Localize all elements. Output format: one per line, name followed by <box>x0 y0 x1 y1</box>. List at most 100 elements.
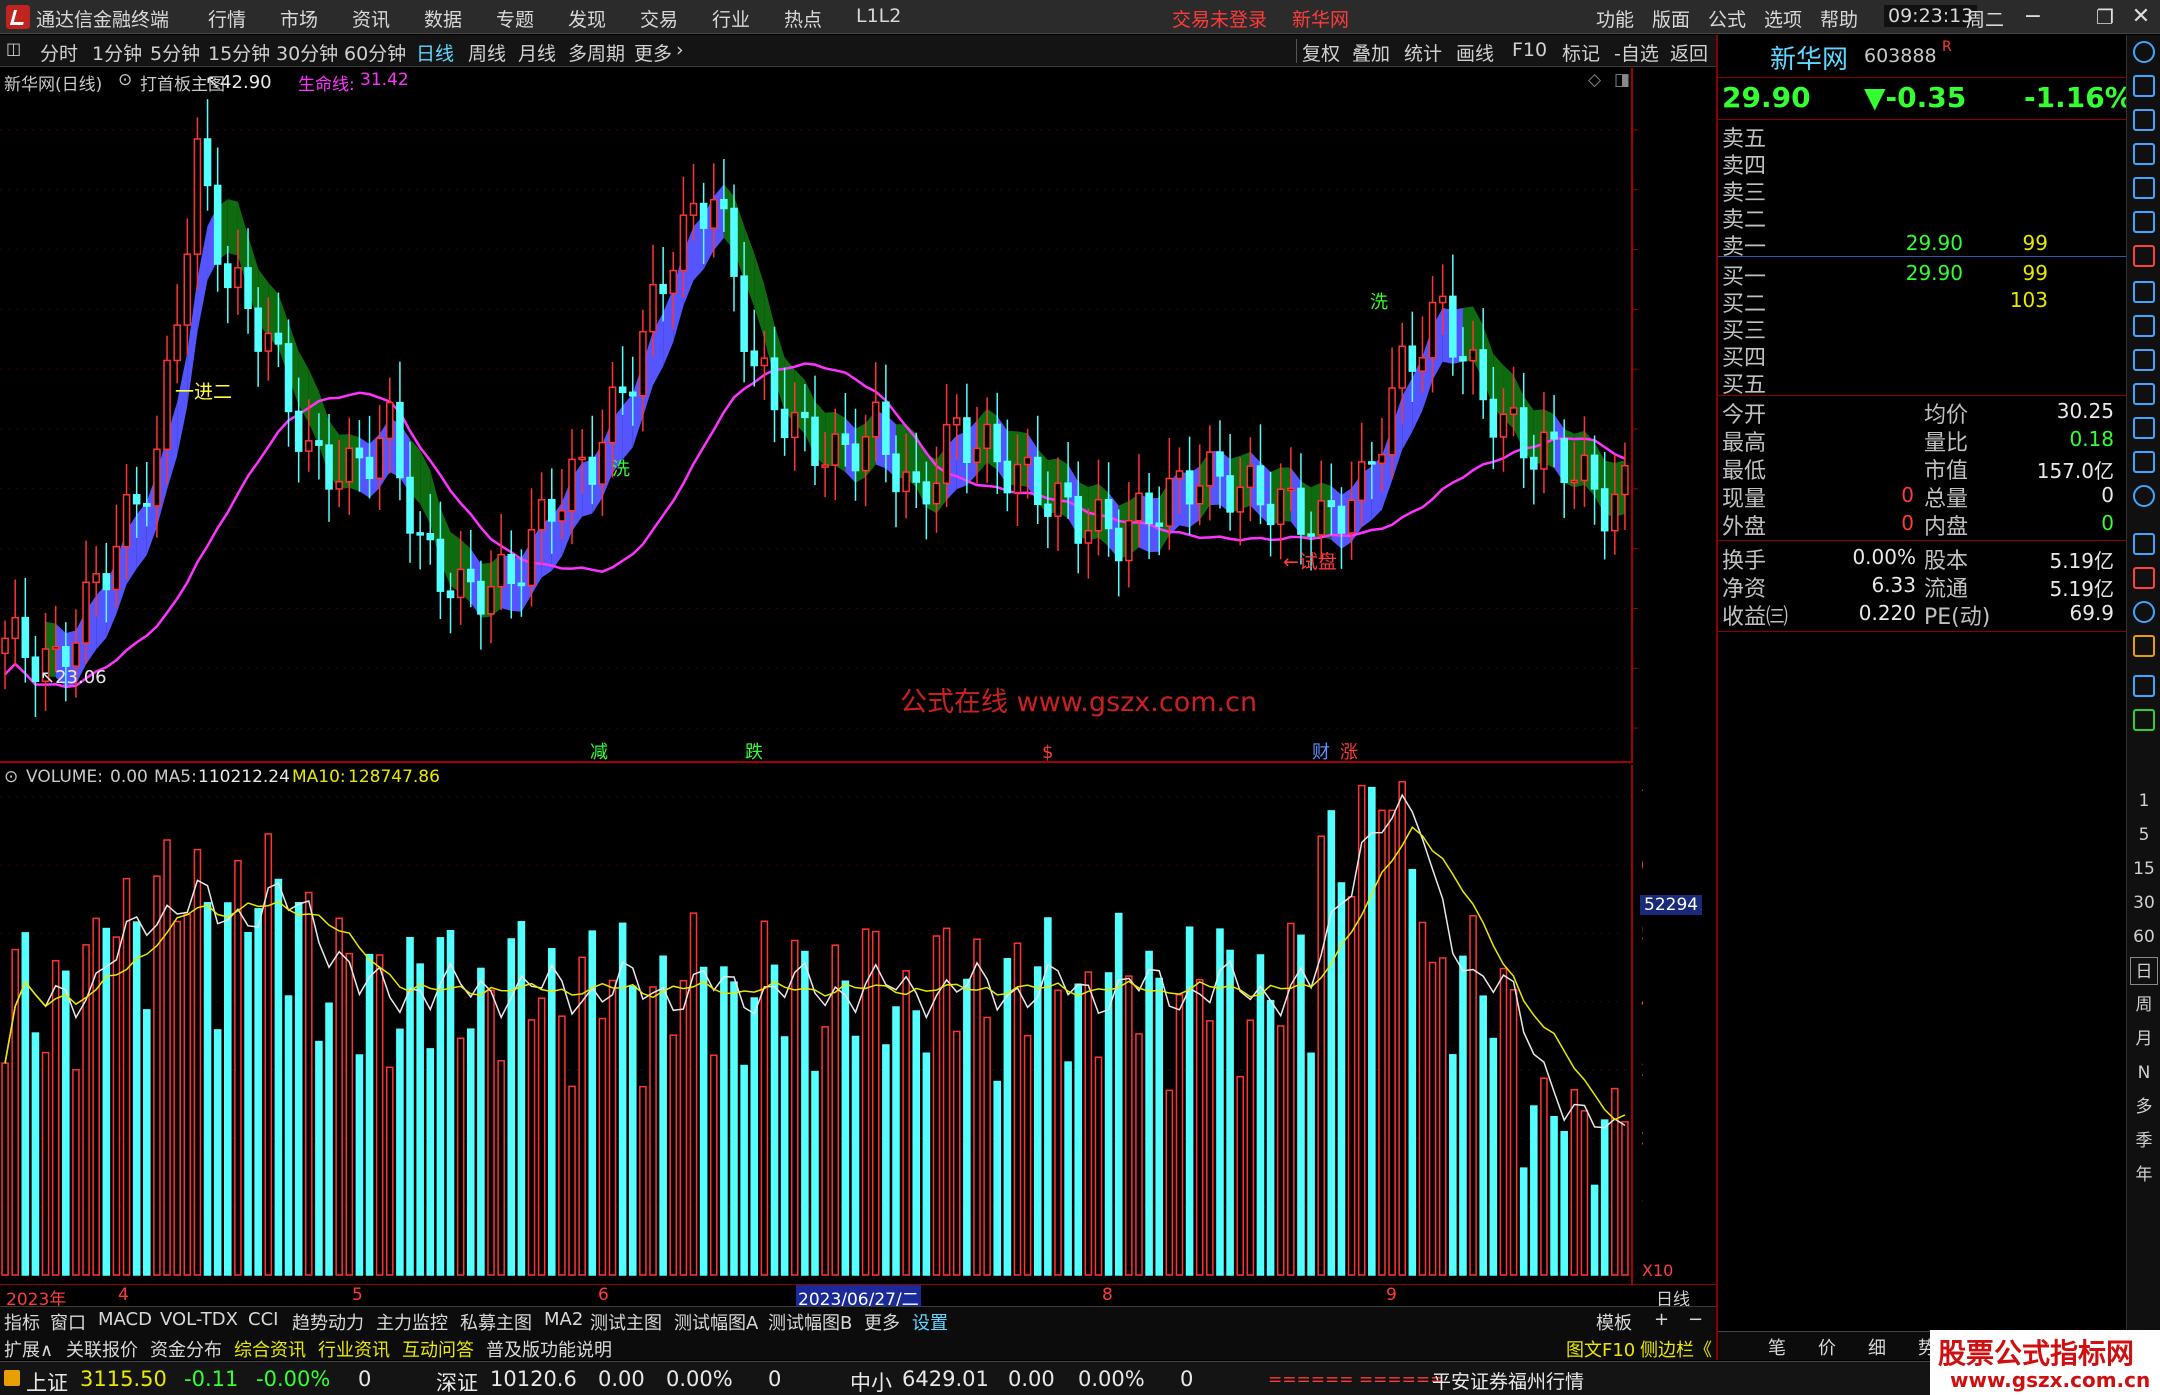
tab-ceshi-a[interactable]: 测试幅图A <box>674 1309 758 1335</box>
period-15min[interactable]: 15分钟 <box>208 39 270 66</box>
menu-shichang[interactable]: 市场 <box>280 5 318 32</box>
price-chart-svg[interactable]: 22.00 24.00 26.00 28.00 30.00 32.00 34.00 36.00… <box>0 68 1694 763</box>
btn-f10[interactable]: F10 <box>1512 39 1547 61</box>
template-button[interactable]: 模板 <box>1596 1309 1632 1335</box>
chevron-right-icon[interactable]: › <box>676 39 684 61</box>
fs-icon[interactable] <box>2133 675 2155 697</box>
line-chart-icon[interactable] <box>2133 211 2155 233</box>
menu-gongshi[interactable]: 公式 <box>1708 5 1746 32</box>
tab-zhuli[interactable]: 主力监控 <box>376 1309 448 1335</box>
index-zx-name[interactable]: 中小 <box>850 1367 892 1395</box>
menu-hangqing[interactable]: 行情 <box>208 5 246 32</box>
btn-huaxian[interactable]: 画线 <box>1456 39 1494 66</box>
sidebar-period-year[interactable]: 年 <box>2130 1161 2158 1189</box>
sidebar-period-n[interactable]: N <box>2130 1059 2158 1087</box>
page-icon[interactable] <box>2133 383 2155 405</box>
menu-xuanxiang[interactable]: 选项 <box>1764 5 1802 32</box>
up-icon[interactable] <box>2133 75 2155 97</box>
list-icon[interactable] <box>2133 281 2155 303</box>
index-sh-name[interactable]: 上证 <box>26 1367 68 1395</box>
sidebar-period-day[interactable]: 日 <box>2130 957 2158 985</box>
kline-icon[interactable] <box>2133 245 2155 267</box>
tab-zhibiao[interactable]: 指标 <box>4 1309 40 1335</box>
login-status[interactable]: 交易未登录 <box>1172 5 1267 32</box>
period-fenshi[interactable]: 分时 <box>40 39 78 66</box>
table-icon[interactable] <box>2133 177 2155 199</box>
sidebar-period-30[interactable]: 30 <box>2130 889 2158 917</box>
tab-chuangkou[interactable]: 窗口 <box>50 1309 86 1335</box>
sidebar-period-15[interactable]: 15 <box>2130 855 2158 883</box>
btn-fuquan[interactable]: 复权 <box>1302 39 1340 66</box>
tab-zijin[interactable]: 资金分布 <box>150 1336 222 1362</box>
tab-qushi[interactable]: 趋势动力 <box>292 1309 364 1335</box>
tab-ma2[interactable]: MA2 <box>544 1309 583 1330</box>
period-1min[interactable]: 1分钟 <box>92 39 142 66</box>
sidebar-toggle-button[interactable]: 侧边栏《 <box>1640 1336 1712 1362</box>
tab-settings[interactable]: 设置 <box>912 1309 948 1335</box>
tab-ceshi-b[interactable]: 测试幅图B <box>768 1309 852 1335</box>
sidebar-period-week[interactable]: 周 <box>2130 991 2158 1019</box>
volume-chart[interactable]: 10000 20000 30000 40000 50000 60000 70000 ⊙ VO… <box>0 765 1703 1285</box>
tab-jia[interactable]: 价 <box>1818 1334 1836 1360</box>
tab-more[interactable]: 更多 <box>864 1309 900 1335</box>
sidebar-period-5[interactable]: 5 <box>2130 821 2158 849</box>
menu-gongneng[interactable]: 功能 <box>1596 5 1634 32</box>
menu-bangzhu[interactable]: 帮助 <box>1820 5 1858 32</box>
tab-simu[interactable]: 私募主图 <box>460 1309 532 1335</box>
down-icon[interactable] <box>2133 109 2155 131</box>
minimize-icon[interactable]: − <box>2014 2 2052 32</box>
btn-tongji[interactable]: 统计 <box>1404 39 1442 66</box>
tab-puji[interactable]: 普及版功能说明 <box>486 1336 612 1362</box>
tab-zonghe[interactable]: 综合资讯 <box>234 1336 306 1362</box>
tab-vol-tdx[interactable]: VOL-TDX <box>160 1309 238 1330</box>
menu-hangye[interactable]: 行业 <box>712 5 750 32</box>
menu-shuju[interactable]: 数据 <box>424 5 462 32</box>
tab-ceshi-main[interactable]: 测试主图 <box>590 1309 662 1335</box>
btn-fanhui[interactable]: 返回 <box>1670 39 1708 66</box>
tab-kuozhan[interactable]: 扩展∧ <box>4 1336 53 1362</box>
period-daily[interactable]: 日线 <box>416 39 454 66</box>
btn-diejia[interactable]: 叠加 <box>1352 39 1390 66</box>
index-sz-name[interactable]: 深证 <box>436 1367 478 1395</box>
main-formula-name[interactable]: 打首板主图 <box>140 70 225 95</box>
f10-icon[interactable] <box>2133 315 2155 337</box>
price-chart[interactable]: 22.00 24.00 26.00 28.00 30.00 32.00 34.00 36.00… <box>0 68 1694 763</box>
remove-pane-button[interactable]: − <box>1688 1309 1703 1330</box>
stack-icon[interactable] <box>2133 451 2155 473</box>
menu-zhuanti[interactable]: 专题 <box>496 5 534 32</box>
sidebar-period-1[interactable]: 1 <box>2130 787 2158 815</box>
diamond-icon[interactable]: ◇ <box>1588 70 1601 90</box>
menu-jiaoyi[interactable]: 交易 <box>640 5 678 32</box>
tab-hudong[interactable]: 互动问答 <box>402 1336 474 1362</box>
close-icon[interactable]: ✕ <box>2122 2 2160 32</box>
add-pane-button[interactable]: + <box>1654 1309 1669 1330</box>
btn-biaoji[interactable]: 标记 <box>1562 39 1600 66</box>
tab-xi[interactable]: 细 <box>1868 1334 1886 1360</box>
period-monthly[interactable]: 月线 <box>518 39 556 66</box>
back-icon[interactable] <box>2133 41 2155 63</box>
menu-l1l2[interactable]: L1L2 <box>856 5 901 27</box>
grid-icon[interactable] <box>2133 143 2155 165</box>
restore-icon[interactable]: ❐ <box>2086 2 2124 32</box>
status-icon[interactable] <box>4 1370 20 1386</box>
menu-faxian[interactable]: 发现 <box>568 5 606 32</box>
panel-icon[interactable]: ◨ <box>1614 70 1630 90</box>
rsi-icon[interactable] <box>2133 567 2155 589</box>
period-60min[interactable]: 60分钟 <box>344 39 406 66</box>
volume-chart-svg[interactable]: 10000 20000 30000 40000 50000 60000 70000 <box>0 765 1698 1285</box>
btn-zixuan[interactable]: -自选 <box>1614 39 1659 66</box>
sidebar-period-season[interactable]: 季 <box>2130 1127 2158 1155</box>
refresh-icon[interactable] <box>2133 709 2155 731</box>
wave-icon[interactable] <box>2133 533 2155 555</box>
circle-icon[interactable] <box>2133 485 2155 507</box>
period-weekly[interactable]: 周线 <box>468 39 506 66</box>
sidebar-period-60[interactable]: 60 <box>2130 923 2158 951</box>
menu-zixun[interactable]: 资讯 <box>352 5 390 32</box>
sidebar-period-multi[interactable]: 多 <box>2130 1093 2158 1121</box>
doc-icon[interactable] <box>2133 349 2155 371</box>
period-multi[interactable]: 多周期 <box>568 39 625 66</box>
tab-bi[interactable]: 笔 <box>1768 1334 1786 1360</box>
pencil-icon[interactable] <box>2133 635 2155 657</box>
toggle-icon[interactable]: ◫ <box>6 39 21 58</box>
menu-redian[interactable]: 热点 <box>784 5 822 32</box>
